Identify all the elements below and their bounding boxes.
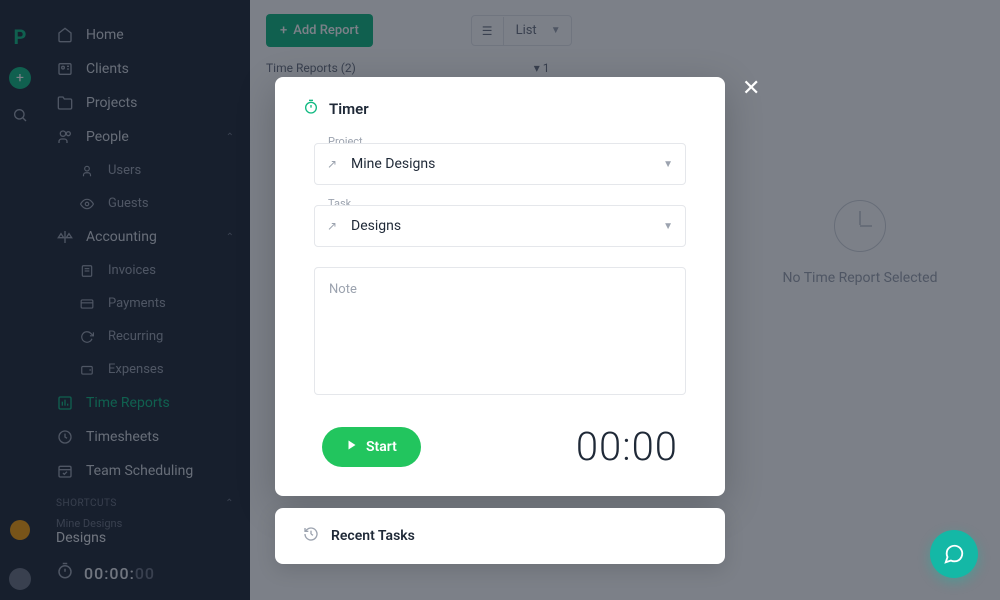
- external-link-icon: ↗: [327, 219, 337, 233]
- task-select[interactable]: ↗ Designs ▼: [314, 205, 686, 247]
- play-icon: [346, 439, 358, 455]
- recent-tasks-panel[interactable]: Recent Tasks: [275, 508, 725, 564]
- modal-title: Timer: [303, 99, 697, 119]
- close-button[interactable]: ✕: [742, 76, 760, 101]
- start-button[interactable]: Start: [322, 427, 421, 467]
- support-chat-button[interactable]: [930, 530, 978, 578]
- external-link-icon: ↗: [327, 157, 337, 171]
- note-input[interactable]: [314, 267, 686, 395]
- project-select[interactable]: ↗ Mine Designs ▼: [314, 143, 686, 185]
- timer-modal: Timer Project ↗ Mine Designs ▼ Task ↗ De…: [275, 77, 725, 496]
- chevron-down-icon: ▼: [663, 221, 673, 232]
- stopwatch-icon: [303, 99, 319, 119]
- chevron-down-icon: ▼: [663, 159, 673, 170]
- time-display: 00 00:00: [576, 423, 678, 470]
- history-icon: [303, 526, 319, 546]
